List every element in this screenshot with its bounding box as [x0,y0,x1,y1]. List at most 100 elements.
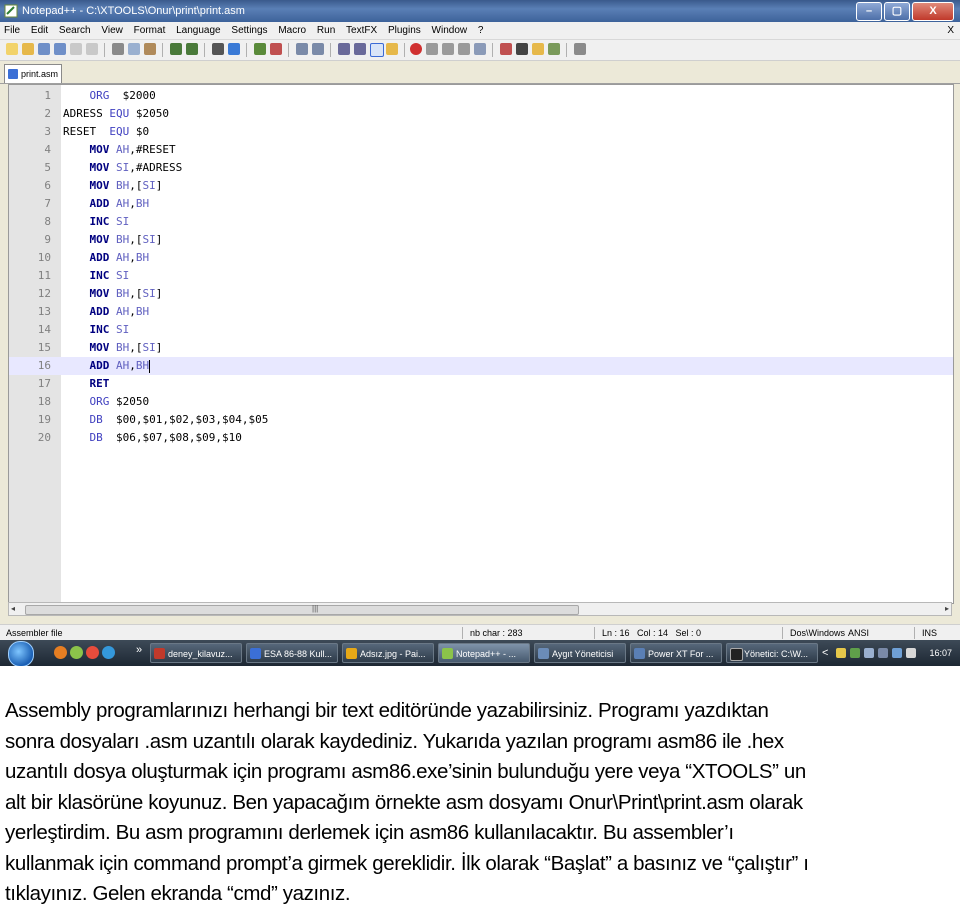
taskbar-button-power-xt[interactable]: Power XT For ... [630,643,722,663]
close-file-icon[interactable] [70,43,82,55]
horizontal-scrollbar[interactable]: ◂ ||| ▸ [8,602,952,616]
code-line[interactable]: 14 INC SI [9,321,953,339]
code-text[interactable]: ADD AH,BH [63,357,151,375]
quicklaunch-media-icon[interactable] [86,646,99,659]
run-macro-multiple-icon[interactable] [458,43,470,55]
code-line[interactable]: 19 DB $00,$01,$02,$03,$04,$05 [9,411,953,429]
menu-file[interactable]: File [0,22,24,39]
taskbar-button-device-manager[interactable]: Aygıt Yöneticisi [534,643,626,663]
code-line[interactable]: 11 INC SI [9,267,953,285]
code-line[interactable]: 10 ADD AH,BH [9,249,953,267]
close-all-icon[interactable] [86,43,98,55]
save-macro-icon[interactable] [474,43,486,55]
menu-macro[interactable]: Macro [274,22,310,39]
sync-horizontal-icon[interactable] [312,43,324,55]
record-macro-icon[interactable] [410,43,422,55]
code-text[interactable]: ADRESS EQU $2050 [63,105,169,123]
code-line[interactable]: 18 ORG $2050 [9,393,953,411]
undo-icon[interactable] [170,43,182,55]
scroll-left-icon[interactable]: ◂ [11,603,15,615]
tray-expand-button[interactable]: < [822,640,828,666]
replace-icon[interactable] [228,43,240,55]
code-line[interactable]: 12 MOV BH,[SI] [9,285,953,303]
close-button[interactable]: X [912,2,954,21]
code-text[interactable]: MOV BH,[SI] [63,231,163,249]
quicklaunch-ie-icon[interactable] [102,646,115,659]
maximize-button[interactable]: ▢ [884,2,910,21]
code-line[interactable]: 16 ADD AH,BH [9,357,953,375]
code-line[interactable]: 5 MOV SI,#ADRESS [9,159,953,177]
start-button[interactable] [8,641,34,666]
code-line[interactable]: 3 RESET EQU $0 [9,123,953,141]
code-line[interactable]: 13 ADD AH,BH [9,303,953,321]
zoom-out-icon[interactable] [270,43,282,55]
taskbar-button-word[interactable]: ESA 86-88 Kull... [246,643,338,663]
word-wrap-icon[interactable] [338,43,350,55]
menu-search[interactable]: Search [55,22,95,39]
code-line[interactable]: 2 ADRESS EQU $2050 [9,105,953,123]
code-text[interactable]: DB $00,$01,$02,$03,$04,$05 [63,411,269,429]
tab-print-asm[interactable]: print.asm [4,64,62,83]
code-text[interactable]: MOV BH,[SI] [63,339,163,357]
quicklaunch-browser-icon[interactable] [54,646,67,659]
code-text[interactable]: MOV BH,[SI] [63,285,163,303]
code-text[interactable]: DB $06,$07,$08,$09,$10 [63,429,242,447]
scrollbar-thumb[interactable]: ||| [25,604,579,615]
code-text[interactable]: ADD AH,BH [63,303,150,321]
code-text[interactable]: MOV AH,#RESET [63,141,176,159]
code-line[interactable]: 7 ADD AH,BH [9,195,953,213]
code-line[interactable]: 6 MOV BH,[SI] [9,177,953,195]
paste-icon[interactable] [144,43,156,55]
spellcheck-icon[interactable] [548,43,560,55]
code-text[interactable]: RESET EQU $0 [63,123,149,141]
tray-network-icon[interactable] [864,648,874,658]
taskbar-button-notepad[interactable]: Notepad++ - ... [438,643,530,663]
scroll-right-icon[interactable]: ▸ [945,603,949,615]
show-all-chars-icon[interactable] [354,43,366,55]
code-line[interactable]: 8 INC SI [9,213,953,231]
user-lang-icon[interactable] [386,43,398,55]
menu-settings[interactable]: Settings [227,22,271,39]
code-text[interactable]: MOV BH,[SI] [63,177,163,195]
menu-textfx[interactable]: TextFX [342,22,381,39]
code-text[interactable]: ADD AH,BH [63,195,150,213]
code-editor[interactable]: 1 ORG $2000 2 ADRESS EQU $2050 3 RESET EQU $… [8,84,954,604]
new-file-icon[interactable] [6,43,18,55]
code-line[interactable]: 4 MOV AH,#RESET [9,141,953,159]
code-text[interactable]: INC SI [63,321,130,339]
code-line[interactable]: 20 DB $06,$07,$08,$09,$10 [9,429,953,447]
tool-1-icon[interactable] [500,43,512,55]
quicklaunch-app-icon[interactable] [70,646,83,659]
tool-2-icon[interactable] [516,43,528,55]
code-text[interactable]: ORG $2050 [63,393,150,411]
play-macro-icon[interactable] [442,43,454,55]
menu-plugins[interactable]: Plugins [384,22,425,39]
taskbar-button-paint[interactable]: Adsız.jpg - Pai... [342,643,434,663]
copy-icon[interactable] [128,43,140,55]
tool-3-icon[interactable] [532,43,544,55]
menu-help[interactable]: ? [474,22,488,39]
save-icon[interactable] [38,43,50,55]
code-text[interactable]: MOV SI,#ADRESS [63,159,183,177]
open-file-icon[interactable] [22,43,34,55]
menu-run[interactable]: Run [313,22,339,39]
indent-guide-icon[interactable] [370,43,384,57]
code-line[interactable]: 17 RET [9,375,953,393]
cut-icon[interactable] [112,43,124,55]
menu-view[interactable]: View [97,22,127,39]
minimize-button[interactable]: – [856,2,882,21]
menu-edit[interactable]: Edit [27,22,52,39]
taskbar-button-pdf[interactable]: deney_kilavuz... [150,643,242,663]
code-text[interactable]: ADD AH,BH [63,249,150,267]
code-text[interactable]: ORG $2000 [63,87,156,105]
save-all-icon[interactable] [54,43,66,55]
code-text[interactable]: INC SI [63,267,130,285]
taskbar-clock[interactable]: 16:07 [929,640,952,666]
close-document-button[interactable]: X [947,22,954,39]
menu-window[interactable]: Window [428,22,472,39]
sync-vertical-icon[interactable] [296,43,308,55]
zoom-in-icon[interactable] [254,43,266,55]
stop-macro-icon[interactable] [426,43,438,55]
code-text[interactable]: RET [63,375,110,393]
redo-icon[interactable] [186,43,198,55]
